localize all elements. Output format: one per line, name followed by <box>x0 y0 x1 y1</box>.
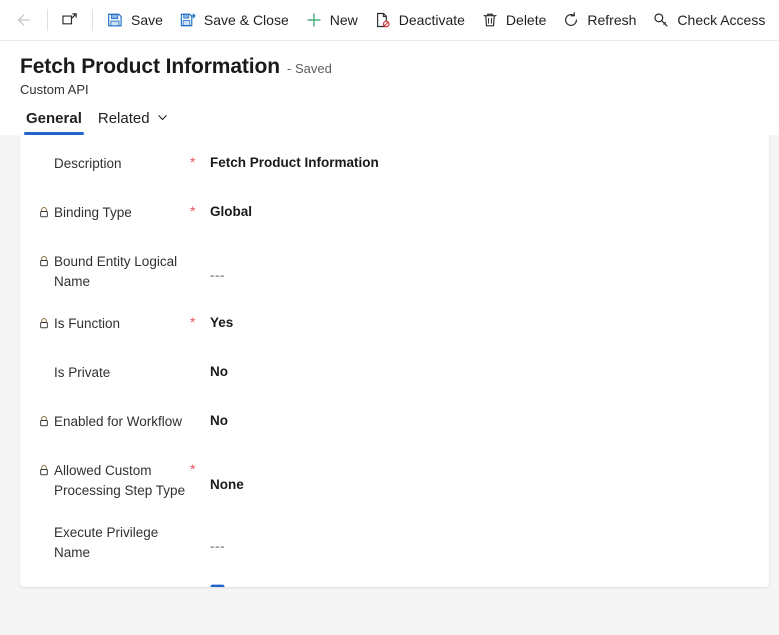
trash-icon <box>481 11 499 29</box>
save-and-close-icon <box>179 11 197 29</box>
required-marker-is-function: * <box>190 314 196 330</box>
field-label-wrap-execute-privilege-name: Execute Privilege Name <box>38 522 190 563</box>
field-value-allowed-custom-processing-step-type[interactable]: None <box>210 467 769 495</box>
field-value-enabled-for-workflow[interactable]: No <box>210 411 769 431</box>
field-row-allowed-custom-processing-step-type: Allowed Custom Processing Step Type * No… <box>20 460 769 501</box>
required-marker-execute-privilege-name <box>190 522 210 523</box>
refresh-button-label: Refresh <box>587 12 637 28</box>
required-marker-plugin-type <box>190 584 210 585</box>
field-value-is-private[interactable]: No <box>210 362 769 382</box>
field-label-wrap-enabled-for-workflow: Enabled for Workflow <box>38 411 190 432</box>
field-row-enabled-for-workflow: Enabled for Workflow No <box>20 411 769 439</box>
back-arrow-icon <box>15 11 33 29</box>
save-and-close-button-label: Save & Close <box>203 12 289 28</box>
lock-slot-is-private <box>38 363 54 365</box>
delete-button-label: Delete <box>505 12 547 28</box>
tab-general-label: General <box>26 110 82 127</box>
tab-related[interactable]: Related <box>90 110 176 135</box>
field-value-binding-type[interactable]: Global <box>210 202 769 222</box>
field-label-enabled-for-workflow: Enabled for Workflow <box>54 414 183 429</box>
lock-icon <box>38 461 54 481</box>
refresh-button[interactable]: Refresh <box>554 4 644 36</box>
field-label-plugin-type: Plugin Type <box>54 585 124 587</box>
field-row-description: Description * Fetch Product Information <box>20 153 769 181</box>
field-value-is-function[interactable]: Yes <box>210 313 769 333</box>
field-row-is-private: Is Private No <box>20 362 769 390</box>
command-bar-divider-2 <box>92 9 93 31</box>
field-row-plugin-type: Plugin Type RetailConnectApp.Plugins.Fet… <box>20 584 769 587</box>
new-button-label: New <box>329 12 358 28</box>
field-label-execute-privilege-name: Execute Privilege Name <box>54 525 159 560</box>
back-button[interactable] <box>6 4 42 36</box>
field-label-binding-type: Binding Type <box>54 205 132 220</box>
required-marker-binding-type: * <box>190 203 196 219</box>
new-button[interactable]: New <box>297 4 366 36</box>
field-label-wrap-allowed-custom-processing-step-type: Allowed Custom Processing Step Type <box>38 460 190 501</box>
tab-general[interactable]: General <box>18 110 90 135</box>
field-label-allowed-custom-processing-step-type: Allowed Custom Processing Step Type <box>54 463 186 498</box>
open-in-new-window-button[interactable] <box>53 4 87 36</box>
key-icon <box>652 11 670 29</box>
required-marker-is-private <box>190 362 210 363</box>
required-marker-enabled-for-workflow <box>190 411 210 412</box>
lock-slot-execute-privilege-name <box>38 523 54 525</box>
required-marker-bound-entity-logical-name <box>190 251 210 252</box>
field-value-execute-privilege-name[interactable]: --- <box>210 529 769 557</box>
field-label-wrap-is-private: Is Private <box>38 362 190 383</box>
command-bar-divider-1 <box>47 9 48 31</box>
field-value-bound-entity-logical-name[interactable]: --- <box>210 258 769 286</box>
deactivate-button[interactable]: Deactivate <box>366 4 473 36</box>
field-row-bound-entity-logical-name: Bound Entity Logical Name --- <box>20 251 769 292</box>
field-value-plugin-type: RetailConnectApp.Plugins.FetchProductInf… <box>210 584 769 587</box>
field-label-wrap-description: Description <box>38 153 190 174</box>
field-label-wrap-is-function: Is Function <box>38 313 190 334</box>
save-and-close-button[interactable]: Save & Close <box>171 4 297 36</box>
lock-icon <box>38 252 54 272</box>
field-label-wrap-binding-type: Binding Type <box>38 202 190 223</box>
saved-state-text: - Saved <box>287 61 332 76</box>
required-marker-description: * <box>190 154 196 170</box>
page-title: Fetch Product Information <box>20 55 281 78</box>
save-button-label: Save <box>131 12 163 28</box>
general-tab-form: Description * Fetch Product Information … <box>20 135 769 587</box>
lock-slot-plugin-type <box>38 585 54 587</box>
field-label-wrap-plugin-type: Plugin Type <box>38 584 190 587</box>
field-label-description: Description <box>54 156 122 171</box>
field-label-bound-entity-logical-name: Bound Entity Logical Name <box>54 254 178 289</box>
check-access-button[interactable]: Check Access <box>644 4 773 36</box>
field-label-wrap-bound-entity-logical-name: Bound Entity Logical Name <box>38 251 190 292</box>
lock-icon <box>38 203 54 223</box>
lock-slot-description <box>38 154 54 156</box>
field-value-description[interactable]: Fetch Product Information <box>210 153 769 173</box>
field-row-is-function: Is Function * Yes <box>20 313 769 341</box>
page-header: Fetch Product Information - Saved Custom… <box>0 41 779 97</box>
field-label-is-function: Is Function <box>54 316 121 331</box>
plugin-puzzle-icon <box>210 584 225 587</box>
command-bar: Save Save & Close New Deactivate Delete … <box>0 0 779 41</box>
title-row: Fetch Product Information - Saved <box>20 55 779 79</box>
field-label-is-private: Is Private <box>54 365 111 380</box>
save-button[interactable]: Save <box>98 4 171 36</box>
chevron-down-icon <box>157 110 168 127</box>
required-marker-allowed-custom-processing-step-type: * <box>190 461 196 477</box>
plugin-type-link-label: RetailConnectApp.Plugins.FetchProductInf… <box>233 585 609 588</box>
page-subtitle: Custom API <box>20 82 89 97</box>
field-row-binding-type: Binding Type * Global <box>20 202 769 230</box>
check-access-button-label: Check Access <box>677 12 766 28</box>
plus-icon <box>305 11 323 29</box>
plugin-type-link[interactable]: RetailConnectApp.Plugins.FetchProductInf… <box>210 584 769 587</box>
delete-button[interactable]: Delete <box>473 4 554 36</box>
tab-bar: General Related <box>0 97 779 135</box>
assign-button[interactable] <box>773 4 779 36</box>
field-row-execute-privilege-name: Execute Privilege Name --- <box>20 522 769 563</box>
deactivate-icon <box>374 11 392 29</box>
open-in-new-window-icon <box>61 11 79 29</box>
save-icon <box>106 11 124 29</box>
lock-icon <box>38 412 54 432</box>
lock-icon <box>38 314 54 334</box>
refresh-icon <box>562 11 580 29</box>
deactivate-button-label: Deactivate <box>398 12 465 28</box>
tab-related-label: Related <box>97 110 150 127</box>
form-area: Description * Fetch Product Information … <box>0 135 779 596</box>
